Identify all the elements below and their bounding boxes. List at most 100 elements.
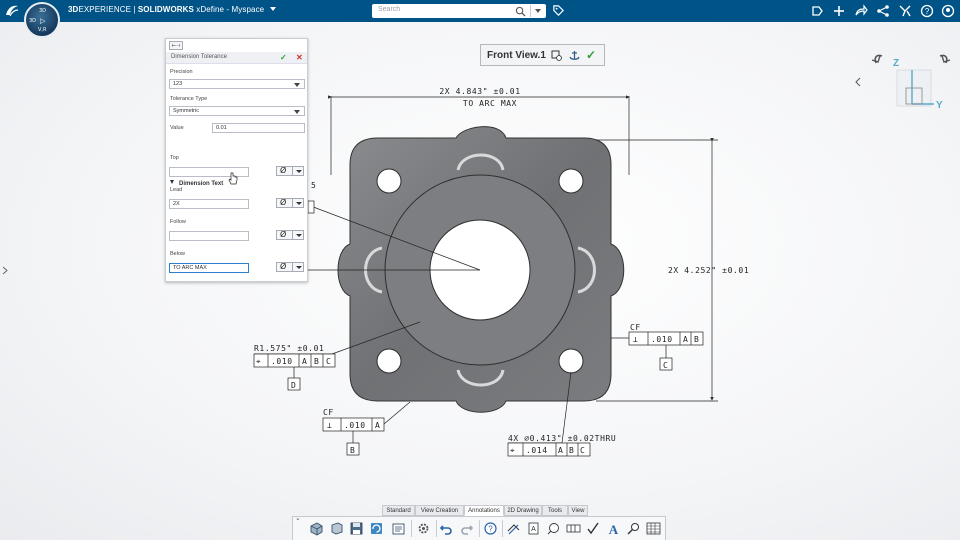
part-icon[interactable] — [309, 521, 324, 536]
fcf-bottom-left[interactable]: ⊥ .010 A — [322, 417, 385, 432]
below-text-input[interactable]: TO ARC MAX — [169, 263, 249, 273]
below-text-value: TO ARC MAX — [173, 265, 207, 271]
right-dimension-text[interactable]: 2X 4.252" ±0.01 — [668, 266, 749, 275]
chevron-down-icon — [294, 110, 300, 114]
triad-y-label: Y — [936, 100, 943, 111]
symbol-dropdown[interactable] — [292, 231, 304, 239]
view-header[interactable]: Front View.1 ✓ — [480, 44, 605, 66]
datum-c-label: C — [663, 361, 668, 370]
chevron-down-icon — [296, 170, 302, 173]
save-icon[interactable] — [349, 521, 364, 536]
refresh-icon[interactable] — [369, 521, 384, 536]
cancel-x-icon[interactable]: ✕ — [296, 53, 303, 62]
chevron-down-icon — [296, 266, 302, 269]
symbol-dropdown[interactable] — [292, 167, 304, 175]
datum-b[interactable]: B — [346, 442, 360, 456]
table-icon[interactable] — [646, 521, 661, 536]
ok-check-icon[interactable]: ✓ — [280, 53, 287, 62]
surface-finish-icon[interactable] — [586, 521, 601, 536]
cf-right-label: CF — [630, 323, 641, 332]
tab-2d-drawing[interactable]: 2D Drawing — [504, 505, 542, 516]
fcf-hole-datum-a: A — [558, 446, 563, 455]
lead-text-input[interactable]: 2X — [169, 199, 249, 209]
drawing-canvas[interactable]: 5 2X 4.843" ±0.01 TO ARC MAX 2X 4.252" ±… — [0, 0, 960, 540]
symbol-dropdown[interactable] — [292, 199, 304, 207]
gear-icon[interactable] — [416, 521, 431, 536]
symbol-dropdown[interactable] — [292, 263, 304, 271]
fcf-hole-datum-c: C — [580, 446, 585, 455]
redo-icon[interactable] — [459, 521, 474, 536]
datum-b-label: B — [350, 446, 355, 455]
top-label: Top — [170, 155, 179, 161]
perpendicularity-symbol-icon: ⊥ — [633, 335, 638, 344]
confirm-check-icon[interactable]: ✓ — [586, 48, 596, 62]
follow-label: Follow — [170, 219, 186, 225]
assembly-icon[interactable] — [329, 521, 344, 536]
top-dimension-text[interactable]: 2X 4.843" ±0.01 — [439, 87, 520, 96]
smart-dimension-icon[interactable] — [506, 521, 521, 536]
tolerance-type-select[interactable]: Symmetric — [169, 106, 305, 116]
text-icon[interactable]: A — [606, 521, 621, 536]
precision-label: Precision — [170, 69, 193, 75]
view-properties-icon[interactable] — [551, 50, 562, 61]
dimension-text-section[interactable]: Dimension Text — [170, 180, 223, 187]
part-body[interactable] — [337, 126, 625, 413]
value-label: Value — [170, 125, 184, 131]
fcf-hole[interactable]: ⌖ .014 A B C — [507, 442, 591, 457]
follow-text-input[interactable] — [169, 231, 249, 241]
perpendicularity-symbol-icon: ⊥ — [327, 421, 332, 430]
chevron-down-icon — [294, 83, 300, 87]
fcf-left-tolerance: .010 — [271, 357, 293, 366]
toolbar-separator — [502, 520, 503, 537]
chevron-down-icon[interactable]: ⌄ — [295, 514, 301, 522]
properties-icon[interactable] — [391, 521, 406, 536]
dimension-tolerance-panel: ⊢⊣ Dimension Tolerance ✓ ✕ Precision 123… — [165, 38, 308, 282]
lead-symbol-button[interactable]: Ø — [276, 198, 304, 208]
fcf-right-datum-a: A — [683, 335, 688, 344]
position-symbol-icon: ⌖ — [510, 446, 515, 455]
fcf-left-datum-c: C — [326, 357, 331, 366]
note-icon[interactable]: A — [526, 521, 541, 536]
svg-text:A: A — [531, 526, 536, 533]
view-triad[interactable]: Z Y — [871, 54, 951, 111]
diameter-symbol-icon: Ø — [280, 262, 287, 271]
fcf-right[interactable]: ⊥ .010 A B — [628, 331, 704, 346]
below-symbol-button[interactable]: Ø — [276, 262, 304, 272]
follow-symbol-button[interactable]: Ø — [276, 230, 304, 240]
tolerance-type-value: Symmetric — [173, 108, 199, 114]
hole-note-text[interactable]: 4X ∅0.413" ±0.02THRU — [508, 434, 616, 443]
datum-c[interactable]: C — [659, 357, 673, 371]
fcf-left[interactable]: ⌖ .010 A B C — [253, 353, 336, 368]
tab-view[interactable]: View — [568, 505, 588, 516]
below-label: Below — [170, 251, 185, 257]
tab-standard[interactable]: Standard — [382, 505, 415, 516]
tab-tools[interactable]: Tools — [542, 505, 568, 516]
panel-title: Dimension Tolerance — [171, 54, 227, 60]
precision-select[interactable]: 123 — [169, 79, 305, 89]
value-input[interactable]: 0.01 — [212, 123, 305, 133]
svg-text:?: ? — [488, 525, 493, 534]
triangle-down-icon — [170, 180, 174, 184]
zoom-text-icon[interactable] — [626, 521, 641, 536]
compass-icon[interactable]: 3D 3D ▷ V,R — [24, 2, 60, 38]
partial-number: 5 — [311, 181, 316, 190]
compass-play-label: ▷ — [40, 17, 46, 25]
geometric-tolerance-icon[interactable] — [566, 521, 581, 536]
tab-annotations[interactable]: Annotations — [464, 505, 504, 516]
undo-icon[interactable] — [439, 521, 454, 536]
value-input-text: 0.01 — [216, 125, 227, 131]
top-dimension-below-text[interactable]: TO ARC MAX — [463, 99, 517, 108]
help-icon[interactable]: ? — [483, 521, 498, 536]
anchor-icon[interactable] — [569, 50, 580, 61]
lead-text-value: 2X — [173, 201, 180, 207]
triad-z-label: Z — [893, 58, 899, 69]
chevron-left-icon[interactable] — [855, 77, 861, 87]
top-symbol-button[interactable]: Ø — [276, 166, 304, 176]
diameter-symbol-icon: Ø — [280, 230, 287, 239]
dimension-icon[interactable]: ⊢⊣ — [169, 41, 183, 50]
radius-dimension-text[interactable]: R1.575" ±0.01 — [254, 344, 324, 353]
precision-value: 123 — [173, 81, 183, 87]
balloon-icon[interactable] — [546, 521, 561, 536]
datum-d[interactable]: D — [287, 377, 301, 391]
tab-view-creation[interactable]: View Creation — [415, 505, 464, 516]
